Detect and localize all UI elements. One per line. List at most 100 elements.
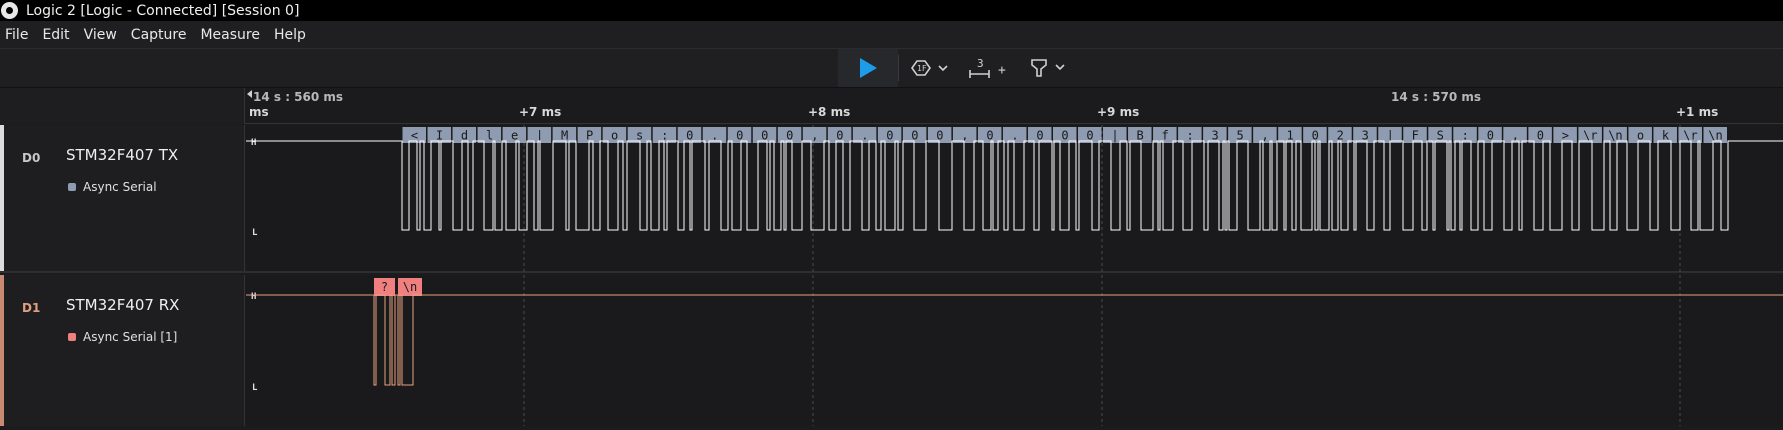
decoded-frame-text: 0: [786, 129, 793, 143]
channel-d0-waveform-area[interactable]: H L < Id l e | M Po s: 0. 0 0 0, 0. 0 0 0, 0. 0 0 0 | Bf: 3 5, 1 0 2…: [246, 125, 1783, 273]
ruler-start-unit: ms: [249, 105, 269, 119]
menu-measure[interactable]: Measure: [193, 21, 267, 49]
channel-d0-signal: [246, 140, 1783, 231]
decoded-frame-text: 0: [686, 129, 693, 143]
decoded-frame-text: o: [611, 129, 618, 143]
trigger-button[interactable]: 1F: [911, 49, 953, 87]
ruler-tick-8ms: +8 ms: [808, 105, 851, 119]
decoded-frame-text: 0: [1036, 129, 1043, 143]
channel-d1-color-bar: [0, 275, 4, 426]
decoded-frame-text: 0: [736, 129, 743, 143]
decoded-frame-text: d: [461, 129, 468, 143]
decoded-frame-text: 0: [911, 129, 918, 143]
menu-edit[interactable]: Edit: [35, 21, 76, 49]
decoded-frame-text: P: [586, 129, 593, 143]
decoded-frame-text: ,: [1512, 129, 1519, 143]
decoded-frame-text: 0: [1487, 129, 1494, 143]
channel-d1-analyzer-label: Async Serial [1]: [83, 330, 178, 344]
decoded-frame-text: \r: [1683, 129, 1697, 143]
decoded-frame-text: 0: [1537, 129, 1544, 143]
menu-bar: File Edit View Capture Measure Help: [0, 21, 1783, 49]
channel-d0-analyzer[interactable]: Async Serial: [68, 180, 157, 194]
trigger-icon: 1F: [911, 60, 948, 76]
channel-d0-analyzer-label: Async Serial: [83, 180, 157, 194]
channel-d1-id: D1: [22, 301, 41, 315]
decoded-frame-text: ,: [1262, 129, 1269, 143]
decoded-frames: ? \n: [374, 278, 422, 296]
decoded-frame-text: e: [511, 129, 518, 143]
channel-d0: D0 STM32F407 TX Async Serial H L < Id l e | M Po…: [0, 125, 1783, 273]
analyzer-color-dot: [68, 183, 76, 191]
decoded-frame-text: ,: [811, 129, 818, 143]
menu-view[interactable]: View: [77, 21, 124, 49]
menu-help[interactable]: Help: [267, 21, 313, 49]
low-level-label: L: [252, 228, 258, 238]
ruler-tick-9ms: +9 ms: [1097, 105, 1140, 119]
decoded-frame-text: 0: [1061, 129, 1068, 143]
play-icon: [860, 58, 877, 78]
ruler-tick-1ms: +1 ms: [1676, 105, 1719, 119]
window-title: Logic 2 [Logic - Connected] [Session 0]: [26, 2, 300, 19]
decoded-frame-text: |: [1387, 129, 1394, 143]
decoded-frame-text: 0: [886, 129, 893, 143]
ruler-left-gutter: [0, 88, 245, 124]
decoded-frame-text: 1: [1287, 129, 1294, 143]
time-ruler[interactable]: 14 s : 560 ms ms +7 ms +8 ms +9 ms 14 s …: [0, 88, 1783, 124]
channel-d1-name[interactable]: STM32F407 RX: [66, 296, 179, 314]
decoded-frame-text: 0: [986, 129, 993, 143]
channel-d1-label-panel[interactable]: D1 STM32F407 RX Async Serial [1]: [0, 275, 245, 426]
start-capture-button[interactable]: [838, 49, 898, 87]
decoded-frame-text: <: [411, 129, 418, 143]
decoded-frame-text: |: [1111, 129, 1118, 143]
ruler-start-time: 14 s : 560 ms: [253, 90, 344, 104]
decoded-frame-text: I: [436, 129, 443, 143]
menu-file[interactable]: File: [0, 21, 35, 49]
title-bar: Logic 2 [Logic - Connected] [Session 0]: [0, 0, 1783, 21]
decoded-frame-text: 3: [1211, 129, 1218, 143]
channel-d0-waveform: H L < Id l e | M Po s: 0. 0 0 0, 0. 0 0 0, 0. 0 0 0 | Bf: 3 5, 1 0 2…: [246, 125, 1783, 273]
decoded-frame-text: :: [1186, 129, 1193, 143]
menu-capture[interactable]: Capture: [124, 21, 194, 49]
decoded-frame-text: \n: [1608, 129, 1622, 143]
measure-badge: 3: [977, 57, 984, 70]
channel-d0-color-bar: [0, 125, 4, 271]
decoded-frame-text: \n: [1708, 129, 1722, 143]
decoded-frame-text: .: [711, 129, 718, 143]
decoded-frame-text: M: [561, 129, 568, 143]
analyzer-color-dot: [68, 333, 76, 341]
decoded-frame-text: |: [536, 129, 543, 143]
decoded-frame-text: >: [1562, 129, 1569, 143]
decoded-frame-text: o: [1637, 129, 1644, 143]
capture-toolbar: 1F 3 +: [0, 49, 1783, 88]
decoded-frame-text: .: [1011, 129, 1018, 143]
decoded-frame-text: f: [1161, 129, 1168, 143]
decoded-frame-text: :: [1462, 129, 1469, 143]
decoded-frame-text: B: [1136, 129, 1143, 143]
decoded-frame-text: \n: [403, 280, 417, 294]
channel-d0-label-panel[interactable]: D0 STM32F407 TX Async Serial: [0, 125, 245, 271]
svg-text:1F: 1F: [917, 64, 927, 73]
decoded-frame-text: 0: [761, 129, 768, 143]
channel-d1-analyzer[interactable]: Async Serial [1]: [68, 330, 177, 344]
decoded-frame-text: ,: [961, 129, 968, 143]
high-level-label: H: [251, 292, 256, 302]
ruler-tick-7ms: +7 ms: [519, 105, 562, 119]
decoded-frame-text: \r: [1583, 129, 1597, 143]
measure-button[interactable]: 3 +: [967, 49, 1011, 87]
channel-d0-name[interactable]: STM32F407 TX: [66, 146, 178, 164]
decoded-frame-text: ?: [381, 280, 388, 294]
decoded-frame-text: :: [661, 129, 668, 143]
decoded-frame-text: 0: [836, 129, 843, 143]
decoded-frame-text: 0: [1086, 129, 1093, 143]
high-level-label: H: [251, 138, 256, 148]
decoded-frame-text: 0: [1312, 129, 1319, 143]
marker-icon: [1031, 59, 1065, 77]
ruler-mid-time: 14 s : 570 ms: [1391, 90, 1482, 104]
decoded-frame-text: F: [1412, 129, 1419, 143]
decoded-frame-text: 0: [936, 129, 943, 143]
channel-d1-waveform-area[interactable]: H L? \n: [246, 275, 1783, 426]
decoded-frame-text: 3: [1362, 129, 1369, 143]
decoded-frame-text: s: [636, 129, 643, 143]
marker-button[interactable]: [1029, 49, 1071, 87]
decoded-frame-text: 5: [1237, 129, 1244, 143]
